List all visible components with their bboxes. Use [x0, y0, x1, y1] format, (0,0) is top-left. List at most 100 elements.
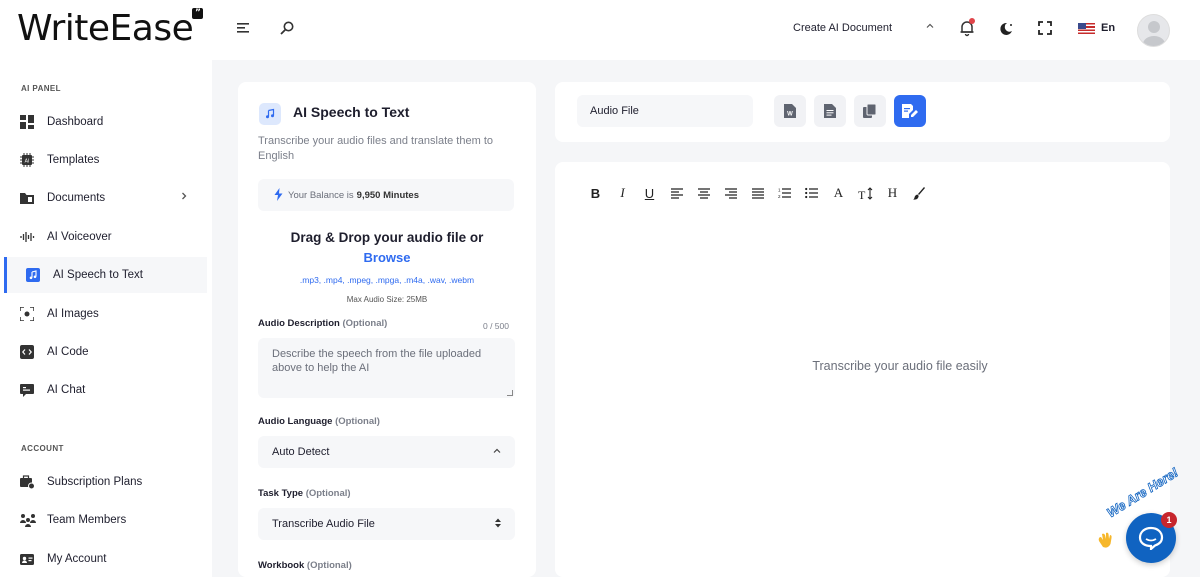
account-icon	[20, 552, 35, 567]
logo-text: WriteEase	[17, 8, 194, 49]
audio-language-label-text: Audio Language	[258, 416, 333, 427]
select-arrows-icon	[494, 518, 502, 531]
sidebar-item-label: AI Speech to Text	[53, 269, 143, 281]
code-icon	[20, 345, 35, 360]
underline-button[interactable]: U	[636, 184, 663, 202]
optional-tag: (Optional)	[335, 416, 380, 427]
result-header-card: Audio File W	[555, 82, 1170, 142]
sidebar-item-dashboard[interactable]: Dashboard	[4, 104, 207, 140]
us-flag-icon	[1078, 22, 1095, 34]
app-logo[interactable]: WriteEase ”	[17, 8, 204, 49]
sidebar-item-ai-voiceover[interactable]: AI Voiceover	[4, 219, 207, 255]
images-icon	[19, 306, 35, 322]
audio-language-value: Auto Detect	[272, 446, 330, 458]
workbook-label: Workbook (Optional)	[258, 560, 352, 571]
chevron-up-icon[interactable]	[925, 20, 935, 34]
save-document-button[interactable]	[894, 95, 926, 127]
align-justify-icon[interactable]	[744, 184, 771, 202]
sidebar-item-label: Templates	[47, 154, 100, 166]
task-type-select[interactable]: Transcribe Audio File	[258, 508, 515, 540]
optional-tag: (Optional)	[306, 560, 352, 571]
sidebar-item-label: Subscription Plans	[47, 476, 143, 488]
heading-button[interactable]: H	[879, 184, 906, 202]
font-color-button[interactable]: A	[825, 184, 852, 202]
brush-icon[interactable]	[906, 184, 933, 202]
subscription-icon	[20, 475, 35, 490]
sidebar-item-label: My Account	[47, 553, 107, 565]
account-section-title: ACCOUNT	[21, 444, 64, 453]
svg-text:T: T	[858, 188, 866, 200]
audio-description-textarea[interactable]: Describe the speech from the file upload…	[258, 338, 515, 398]
download-word-button[interactable]: W	[774, 95, 806, 127]
page-description: Transcribe your audio files and translat…	[258, 135, 493, 162]
sidebar-item-label: AI Chat	[47, 384, 86, 396]
language-selector[interactable]: En	[1078, 22, 1115, 34]
ordered-list-icon[interactable]: 12	[771, 184, 798, 202]
chat-widget[interactable]: We Are Here! 1	[1090, 464, 1200, 577]
search-icon[interactable]	[279, 20, 299, 40]
svg-text:W: W	[787, 112, 793, 118]
sidebar-item-my-account[interactable]: My Account	[4, 541, 207, 577]
dashboard-icon	[20, 115, 35, 130]
chevron-right-icon[interactable]	[179, 190, 189, 204]
sidebar-item-label: AI Code	[47, 346, 89, 358]
line-height-icon[interactable]: T	[852, 184, 879, 202]
bullet-list-icon[interactable]	[798, 184, 825, 202]
sidebar-item-team-members[interactable]: Team Members	[4, 502, 207, 538]
optional-tag: (Optional)	[342, 318, 388, 329]
sidebar: AI PANEL Dashboard AI Templates Document…	[0, 60, 212, 577]
optional-tag: (Optional)	[305, 488, 351, 499]
chevron-up-icon	[492, 446, 502, 459]
dark-mode-icon[interactable]	[997, 20, 1015, 43]
textarea-placeholder: Describe the speech from the file upload…	[272, 348, 482, 374]
audio-language-select[interactable]: Auto Detect	[258, 436, 515, 468]
sidebar-item-templates[interactable]: AI Templates	[4, 142, 207, 178]
copy-button[interactable]	[854, 95, 886, 127]
unread-badge: 1	[1161, 512, 1177, 528]
bold-button[interactable]: B	[582, 184, 609, 202]
sidebar-item-subscription-plans[interactable]: Subscription Plans	[4, 464, 207, 500]
documents-icon	[20, 191, 35, 206]
ai-panel-section-title: AI PANEL	[21, 84, 61, 93]
sidebar-item-documents[interactable]: Documents	[4, 180, 207, 216]
document-title-input[interactable]: Audio File	[577, 95, 753, 127]
user-avatar[interactable]	[1137, 14, 1170, 47]
sidebar-item-ai-code[interactable]: AI Code	[4, 334, 207, 370]
align-left-icon[interactable]	[663, 184, 690, 202]
task-type-value: Transcribe Audio File	[272, 518, 375, 530]
svg-text:1: 1	[778, 188, 781, 193]
sidebar-item-ai-speech-to-text[interactable]: AI Speech to Text	[4, 257, 207, 293]
sidebar-item-label: AI Images	[47, 308, 99, 320]
voiceover-icon	[20, 230, 35, 245]
browse-link[interactable]: Browse	[238, 250, 536, 265]
audio-description-label: Audio Description (Optional)	[258, 318, 387, 329]
resize-handle[interactable]	[507, 390, 513, 396]
notification-dot	[969, 18, 975, 24]
sidebar-item-ai-chat[interactable]: AI Chat	[4, 372, 207, 408]
download-text-button[interactable]	[814, 95, 846, 127]
lightning-icon	[274, 188, 283, 204]
sidebar-item-label: AI Voiceover	[47, 231, 112, 243]
fullscreen-icon[interactable]	[1037, 20, 1053, 41]
editor-toolbar: B I U 12 A T H	[582, 184, 933, 202]
italic-button[interactable]: I	[609, 184, 636, 202]
balance-banner: Your Balance is 9,950 Minutes	[258, 179, 514, 211]
menu-toggle-icon[interactable]	[236, 20, 256, 40]
logo-quote-badge: ”	[192, 8, 204, 19]
dropzone-title: Drag & Drop your audio file or	[290, 230, 484, 245]
transcript-editor[interactable]: B I U 12 A T H Transcribe your audio fil…	[555, 162, 1170, 577]
align-right-icon[interactable]	[717, 184, 744, 202]
character-counter: 0 / 500	[483, 321, 509, 331]
page-title: AI Speech to Text	[293, 104, 410, 120]
svg-text:2: 2	[778, 194, 781, 199]
create-ai-document-button[interactable]: Create AI Document	[793, 22, 892, 34]
balance-label: Your Balance is	[288, 189, 354, 201]
sidebar-item-label: Dashboard	[47, 116, 104, 128]
align-center-icon[interactable]	[690, 184, 717, 202]
copy-icon	[863, 104, 877, 118]
waving-hand-icon	[1096, 531, 1116, 554]
language-label: En	[1101, 22, 1116, 34]
workbook-label-text: Workbook	[258, 560, 305, 571]
max-audio-size: Max Audio Size: 25MB	[346, 295, 428, 304]
sidebar-item-ai-images[interactable]: AI Images	[4, 296, 207, 332]
